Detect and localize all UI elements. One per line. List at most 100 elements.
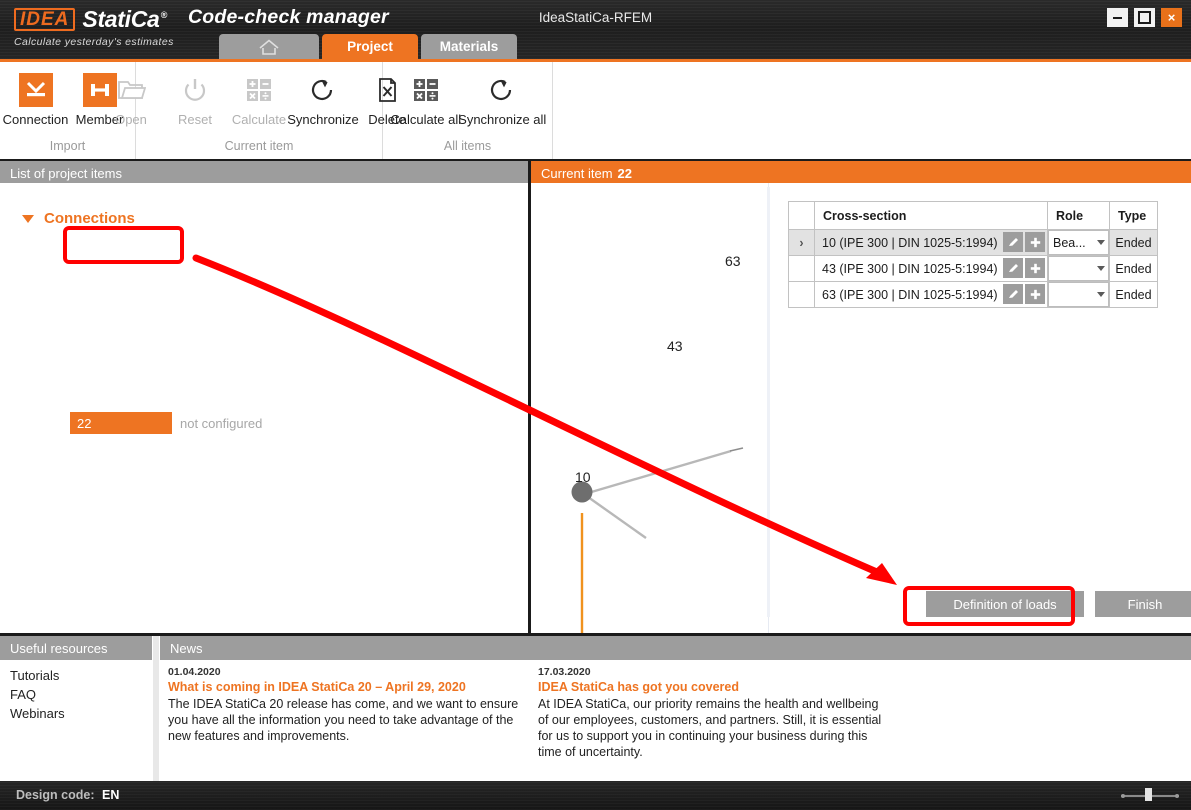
tab-materials[interactable]: Materials <box>421 34 517 59</box>
ribbon-button-connection[interactable]: Connection <box>2 68 69 129</box>
model-viewport[interactable]: 63 43 10 <box>531 183 769 687</box>
tab-project[interactable]: Project <box>322 34 418 59</box>
row-action-buttons <box>1003 232 1045 252</box>
home-icon <box>259 38 279 55</box>
ribbon-label-synchronize: Synchronize <box>287 112 359 127</box>
ribbon-label-connection: Connection <box>2 112 69 127</box>
row-role <box>1047 255 1110 282</box>
ribbon-group-label-current-item: Current item <box>224 139 294 153</box>
news-text: At IDEA StatiCa, our priority remains th… <box>538 697 882 759</box>
chevron-down-icon <box>22 214 34 223</box>
calculator-icon <box>411 70 441 110</box>
table-header-marker <box>788 201 815 230</box>
member-line-43 <box>587 496 647 539</box>
row-action-buttons <box>1003 284 1045 304</box>
edit-icon[interactable] <box>1003 258 1023 278</box>
row-cross-section-text: 43 (IPE 300 | DIN 1025-5:1994) <box>822 261 998 276</box>
ribbon-group-empty <box>553 62 1191 159</box>
viewport-label-63: 63 <box>725 253 741 269</box>
edit-icon[interactable] <box>1003 284 1023 304</box>
news-list: 01.04.2020 What is coming in IDEA StatiC… <box>168 666 890 760</box>
close-icon: × <box>1167 10 1176 25</box>
ribbon-group-all-items: Calculate all Synchronize all All items <box>383 62 553 159</box>
ribbon-button-reset[interactable]: Reset <box>163 68 227 129</box>
panel-divider <box>153 636 159 781</box>
row-marker: › <box>788 229 815 256</box>
news-title[interactable]: IDEA StatiCa has got you covered <box>538 680 890 694</box>
role-dropdown[interactable] <box>1048 282 1109 307</box>
ribbon-button-synchronize[interactable]: Synchronize <box>287 68 359 129</box>
ribbon-button-calculate[interactable]: Calculate <box>227 68 291 129</box>
chevron-down-icon <box>1097 292 1105 297</box>
slider-thumb[interactable] <box>1145 788 1152 801</box>
connection-model-graphic <box>552 447 744 687</box>
folder-open-icon <box>116 70 146 110</box>
current-item-header: Current item 22 <box>531 161 1191 185</box>
role-dropdown[interactable] <box>1048 256 1109 281</box>
edit-icon[interactable] <box>1003 232 1023 252</box>
chevron-down-icon <box>1097 240 1105 245</box>
project-items-panel: Connections 22 not configured <box>0 183 528 633</box>
useful-resources-list: Tutorials FAQ Webinars <box>10 668 65 725</box>
list-item-22[interactable]: 22 <box>70 412 172 434</box>
news-header: News <box>160 636 1191 660</box>
news-title[interactable]: What is coming in IDEA StatiCa 20 – Apri… <box>168 680 520 694</box>
row-cross-section-text: 10 (IPE 300 | DIN 1025-5:1994) <box>822 235 998 250</box>
slider-min-dot <box>1121 794 1125 798</box>
current-item-panel: 63 43 10 Cross-section Role Type › 10 (I… <box>531 183 1191 687</box>
connection-icon <box>18 70 53 110</box>
window-controls: × <box>1107 8 1182 27</box>
panel-splitter[interactable] <box>767 187 770 617</box>
ribbon-button-open[interactable]: Open <box>99 68 163 129</box>
row-type: Ended <box>1109 255 1158 282</box>
row-cross-section: 10 (IPE 300 | DIN 1025-5:1994) <box>814 229 1048 256</box>
current-item-header-prefix: Current item <box>541 165 613 181</box>
row-type: Ended <box>1109 229 1158 256</box>
logo-tagline: Calculate yesterday's estimates <box>14 36 174 48</box>
resource-link-webinars[interactable]: Webinars <box>10 706 65 721</box>
minimize-button[interactable] <box>1107 8 1128 27</box>
table-row[interactable]: 63 (IPE 300 | DIN 1025-5:1994) Ended <box>788 281 1158 308</box>
table-row[interactable]: 43 (IPE 300 | DIN 1025-5:1994) Ended <box>788 255 1158 282</box>
bottom-panels: Useful resources Tutorials FAQ Webinars … <box>0 636 1191 781</box>
design-code-value: EN <box>101 788 120 802</box>
member-leader-63 <box>729 447 744 452</box>
add-icon[interactable] <box>1025 258 1045 278</box>
tab-home[interactable] <box>219 34 319 59</box>
maximize-button[interactable] <box>1134 8 1155 27</box>
row-marker <box>788 281 815 308</box>
ribbon-group-current-item: Open Reset Calculate Synchronize Delete … <box>115 62 406 159</box>
table-header-role: Role <box>1047 201 1110 230</box>
definition-of-loads-button[interactable]: Definition of loads <box>926 591 1084 617</box>
ribbon-button-synchronize-all[interactable]: Synchronize all <box>458 68 546 129</box>
window-title: IdeaStatiCa-RFEM <box>538 10 653 25</box>
news-date: 01.04.2020 <box>168 666 221 678</box>
refresh-icon <box>487 70 517 110</box>
add-icon[interactable] <box>1025 284 1045 304</box>
ribbon-label-calculate: Calculate <box>231 112 287 127</box>
finish-button[interactable]: Finish <box>1095 591 1191 617</box>
news-item[interactable]: 01.04.2020 What is coming in IDEA StatiC… <box>168 666 520 760</box>
minimize-icon <box>1113 16 1122 19</box>
calculator-icon <box>244 70 274 110</box>
row-role: Bea... <box>1047 229 1110 256</box>
add-icon[interactable] <box>1025 232 1045 252</box>
role-dropdown[interactable]: Bea... <box>1048 230 1109 255</box>
tree-group-connections[interactable]: Connections <box>22 210 135 227</box>
member-line-63 <box>587 449 732 495</box>
refresh-icon <box>308 70 338 110</box>
viewport-label-43: 43 <box>667 338 683 354</box>
row-action-buttons <box>1003 258 1045 278</box>
design-code-label: Design code: <box>16 788 95 802</box>
chevron-down-icon <box>1097 266 1105 271</box>
power-reset-icon <box>181 70 209 110</box>
zoom-slider[interactable] <box>1121 788 1179 801</box>
viewport-label-10: 10 <box>575 469 591 485</box>
close-button[interactable]: × <box>1161 8 1182 27</box>
resource-link-tutorials[interactable]: Tutorials <box>10 668 65 683</box>
ribbon-button-calculate-all[interactable]: Calculate all <box>390 68 462 129</box>
news-item[interactable]: 17.03.2020 IDEA StatiCa has got you cove… <box>538 666 890 760</box>
ribbon-label-calculate-all: Calculate all <box>390 112 462 127</box>
table-row[interactable]: › 10 (IPE 300 | DIN 1025-5:1994) Bea... … <box>788 229 1158 256</box>
resource-link-faq[interactable]: FAQ <box>10 687 65 702</box>
